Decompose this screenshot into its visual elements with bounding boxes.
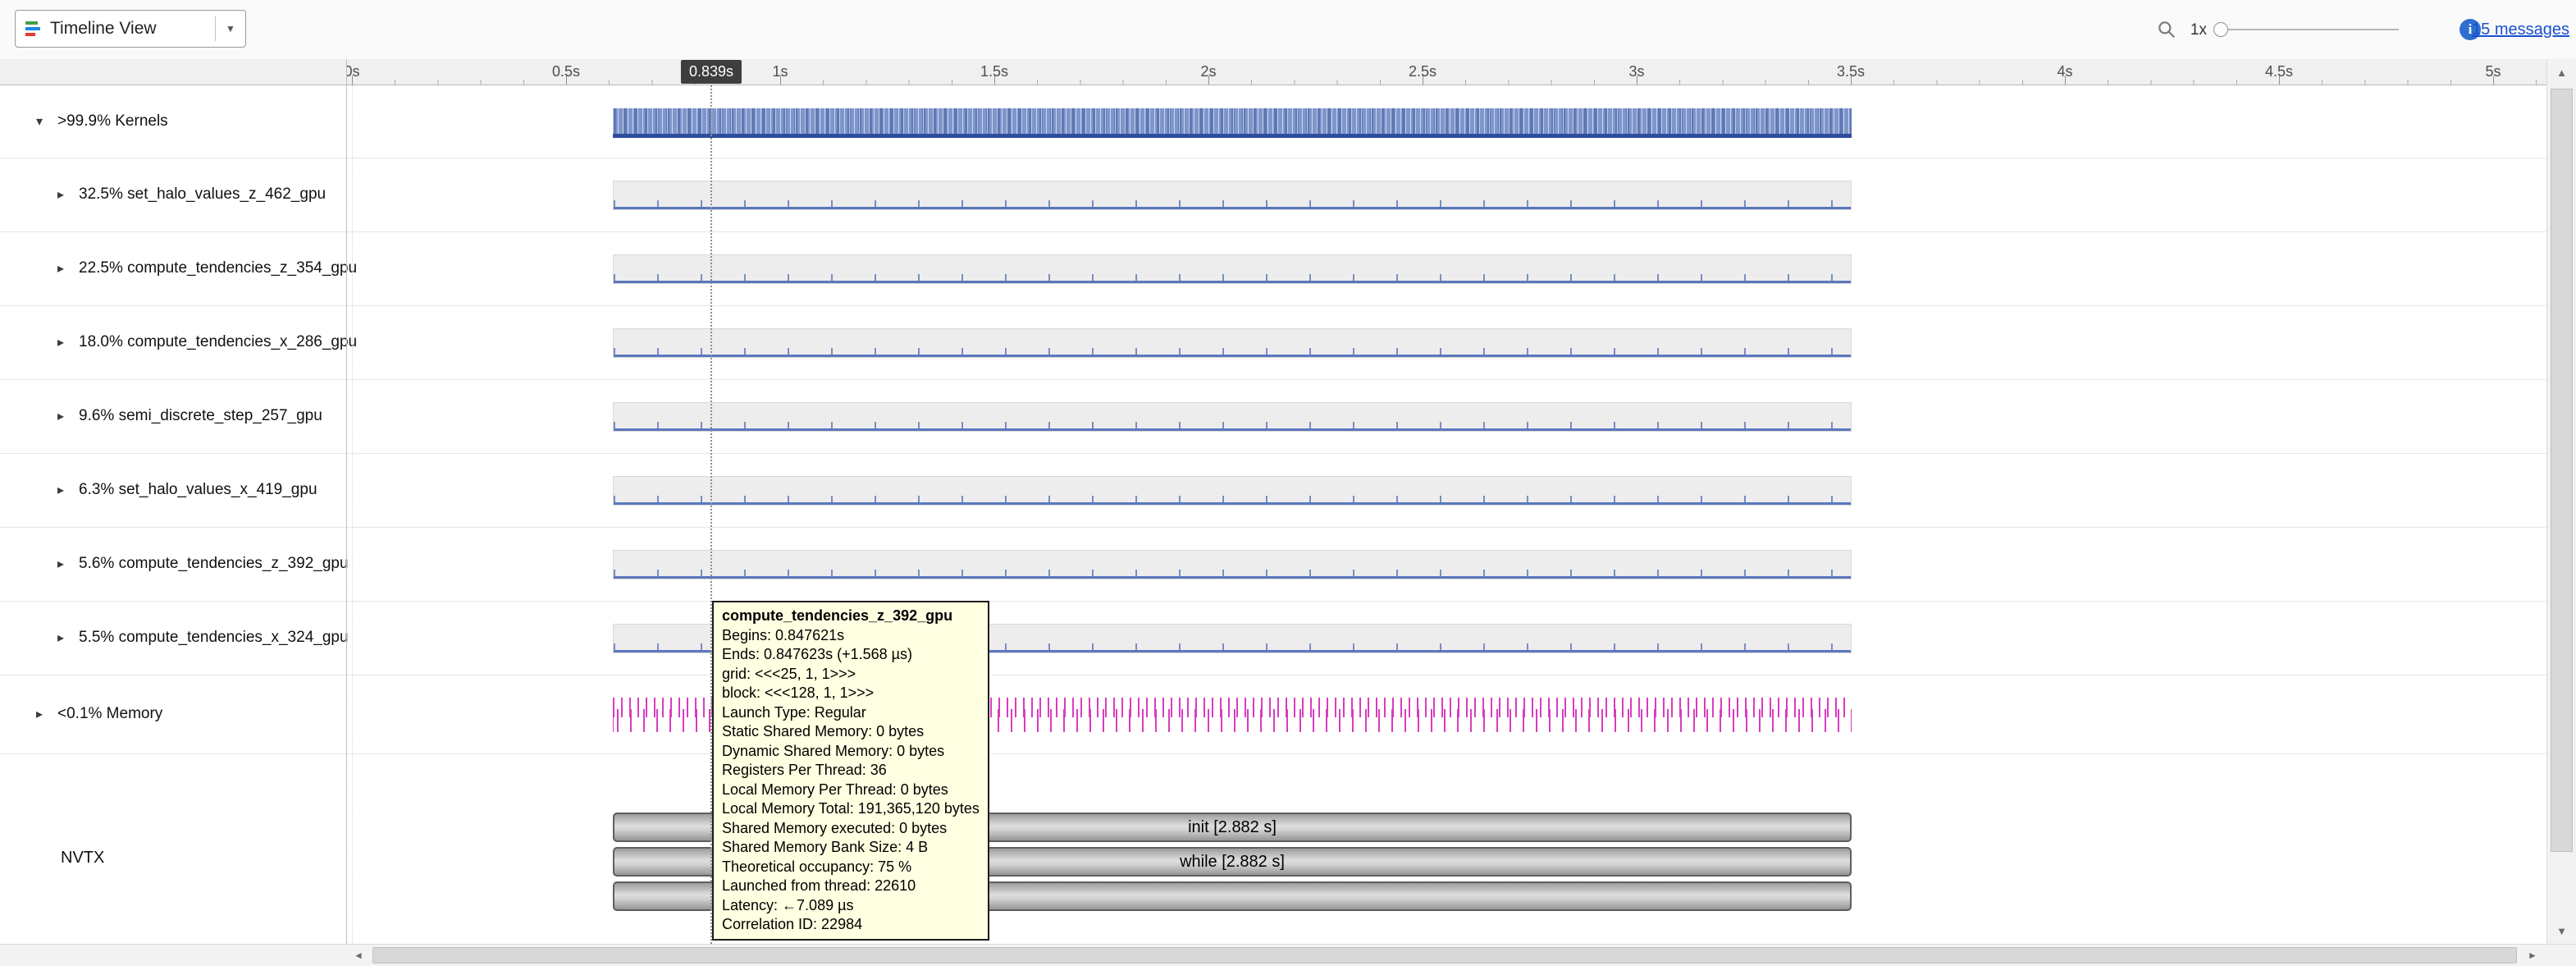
sidebar-item-compute-tendencies-x-324[interactable]: ▸ 5.5% compute_tendencies_x_324_gpu	[0, 601, 345, 675]
vertical-scrollbar[interactable]: ▲ ▼	[2546, 59, 2576, 944]
zoom-level-label: 1x	[2190, 21, 2207, 39]
timeline-view-icon	[24, 21, 42, 37]
sidebar-item-memory[interactable]: ▸ <0.1% Memory	[0, 675, 345, 753]
tooltip-line: Dynamic Shared Memory: 0 bytes	[722, 742, 980, 762]
vertical-scrollbar-thumb[interactable]	[2551, 89, 2573, 852]
horizontal-scrollbar[interactable]: ◄ ►	[0, 944, 2576, 966]
tooltip-line: Launched from thread: 22610	[722, 877, 980, 896]
sidebar-item-label: 6.3% set_halo_values_x_419_gpu	[79, 481, 317, 499]
sidebar-item-set-halo-values-z[interactable]: ▸ 32.5% set_halo_values_z_462_gpu	[0, 158, 345, 231]
sidebar-item-set-halo-values-x[interactable]: ▸ 6.3% set_halo_values_x_419_gpu	[0, 453, 345, 527]
sidebar-item-compute-tendencies-z-354[interactable]: ▸ 22.5% compute_tendencies_z_354_gpu	[0, 231, 345, 305]
sidebar-item-compute-tendencies-x-286[interactable]: ▸ 18.0% compute_tendencies_x_286_gpu	[0, 305, 345, 379]
tooltip-line: Begins: 0.847621s	[722, 626, 980, 646]
sidebar-item-label: 18.0% compute_tendencies_x_286_gpu	[79, 333, 357, 351]
zoom-slider-thumb[interactable]	[2213, 22, 2228, 37]
tooltip-line: Correlation ID: 22984	[722, 915, 980, 935]
tooltip-line: grid: <<<25, 1, 1>>>	[722, 665, 980, 684]
expand-arrow-icon[interactable]: ▸	[57, 482, 79, 498]
tooltip-line: Latency: ←7.089 µs	[722, 896, 980, 916]
ruler-major-ticks	[347, 76, 2546, 85]
sidebar-divider[interactable]	[346, 59, 347, 944]
scroll-left-icon[interactable]: ◄	[346, 945, 371, 966]
expand-arrow-icon[interactable]: ▸	[57, 630, 79, 646]
time-zero-gridline	[352, 85, 353, 944]
sidebar-item-kernels[interactable]: ▾ >99.9% Kernels	[0, 85, 345, 158]
sidebar-item-label: >99.9% Kernels	[57, 112, 168, 130]
messages-link[interactable]: 15 messages	[2472, 21, 2569, 39]
magnifier-icon	[2156, 19, 2177, 44]
ruler-tick: 4s	[2057, 63, 2072, 80]
collapse-arrow-icon[interactable]: ▾	[36, 113, 57, 130]
expand-arrow-icon[interactable]: ▸	[57, 556, 79, 572]
row-divider	[0, 527, 2546, 528]
kernel-track-bar[interactable]	[613, 476, 1852, 506]
row-divider	[0, 379, 2546, 380]
expand-arrow-icon[interactable]: ▸	[36, 706, 57, 722]
row-divider	[0, 231, 2546, 232]
kernel-track-bar[interactable]	[613, 402, 1852, 432]
kernel-tooltip: compute_tendencies_z_392_gpu Begins: 0.8…	[712, 601, 989, 941]
chevron-down-icon[interactable]: ▼	[216, 23, 245, 34]
scroll-down-icon[interactable]: ▼	[2547, 918, 2576, 944]
ruler-tick: 4.5s	[2265, 63, 2293, 80]
kernel-track-bar[interactable]	[613, 181, 1852, 210]
scroll-right-icon[interactable]: ►	[2520, 945, 2545, 966]
ruler-tick: 1s	[772, 63, 788, 80]
ruler-scale: 0s 0.5s 1s 1.5s 2s 2.5s 3s 3.5s 4s 4.5s …	[347, 59, 2546, 85]
sidebar-item-label: 5.6% compute_tendencies_z_392_gpu	[79, 555, 349, 573]
nsight-timeline-window: Timeline View ▼ 1x i 15 messages 0s 0.5s…	[0, 0, 2576, 966]
ruler-tick: 0.5s	[552, 63, 580, 80]
sidebar-item-nvtx[interactable]: NVTX	[61, 849, 104, 868]
tooltip-line: Registers Per Thread: 36	[722, 761, 980, 781]
time-marker-badge[interactable]: 0.839s	[681, 60, 742, 84]
kernel-track-bar[interactable]	[613, 254, 1852, 284]
ruler-tick: 0s	[347, 63, 360, 80]
time-ruler[interactable]: 0s 0.5s 1s 1.5s 2s 2.5s 3s 3.5s 4s 4.5s …	[0, 59, 2546, 85]
ruler-tick: 3.5s	[1837, 63, 1865, 80]
row-divider	[0, 753, 2546, 754]
view-selector-dropdown[interactable]: Timeline View ▼	[15, 10, 246, 48]
zoom-slider-track[interactable]	[2215, 29, 2399, 30]
ruler-tick: 2.5s	[1409, 63, 1436, 80]
nvtx-range-label: while [2.882 s]	[1180, 853, 1285, 872]
row-divider	[0, 453, 2546, 454]
tooltip-line: Shared Memory executed: 0 bytes	[722, 819, 980, 839]
top-toolbar: Timeline View ▼ 1x i 15 messages	[0, 0, 2576, 60]
sidebar-item-compute-tendencies-z-392[interactable]: ▸ 5.6% compute_tendencies_z_392_gpu	[0, 527, 345, 601]
expand-arrow-icon[interactable]: ▸	[57, 260, 79, 277]
tooltip-line: Ends: 0.847623s (+1.568 µs)	[722, 645, 980, 665]
horizontal-scrollbar-thumb[interactable]	[372, 947, 2517, 964]
sidebar-item-label: 5.5% compute_tendencies_x_324_gpu	[79, 629, 349, 647]
kernels-summary-bar[interactable]	[613, 108, 1852, 138]
tooltip-line: Local Memory Per Thread: 0 bytes	[722, 781, 980, 800]
sidebar-item-label: 22.5% compute_tendencies_z_354_gpu	[79, 259, 357, 277]
sidebar-item-label: 32.5% set_halo_values_z_462_gpu	[79, 185, 326, 204]
row-divider	[0, 601, 2546, 602]
tooltip-line: block: <<<128, 1, 1>>>	[722, 684, 980, 703]
view-selector-label: Timeline View	[50, 19, 157, 39]
tooltip-line: Theoretical occupancy: 75 %	[722, 858, 980, 877]
ruler-tick: 1.5s	[980, 63, 1008, 80]
tooltip-line: Static Shared Memory: 0 bytes	[722, 722, 980, 742]
tooltip-line: Local Memory Total: 191,365,120 bytes	[722, 799, 980, 819]
row-divider	[0, 305, 2546, 306]
tooltip-line: Shared Memory Bank Size: 4 B	[722, 838, 980, 858]
kernel-track-bar[interactable]	[613, 550, 1852, 579]
kernel-track-bar[interactable]	[613, 328, 1852, 358]
nvtx-range-label: init [2.882 s]	[1188, 818, 1277, 837]
scroll-up-icon[interactable]: ▲	[2547, 59, 2576, 85]
ruler-tick: 5s	[2485, 63, 2501, 80]
ruler-tick: 2s	[1200, 63, 1216, 80]
expand-arrow-icon[interactable]: ▸	[57, 186, 79, 203]
expand-arrow-icon[interactable]: ▸	[57, 334, 79, 350]
sidebar-item-semi-discrete-step[interactable]: ▸ 9.6% semi_discrete_step_257_gpu	[0, 379, 345, 453]
ruler-tick: 3s	[1628, 63, 1644, 80]
sidebar-item-label: 9.6% semi_discrete_step_257_gpu	[79, 407, 322, 425]
expand-arrow-icon[interactable]: ▸	[57, 408, 79, 424]
tooltip-title: compute_tendencies_z_392_gpu	[722, 607, 980, 626]
sidebar-item-label: <0.1% Memory	[57, 705, 162, 723]
tooltip-line: Launch Type: Regular	[722, 703, 980, 723]
